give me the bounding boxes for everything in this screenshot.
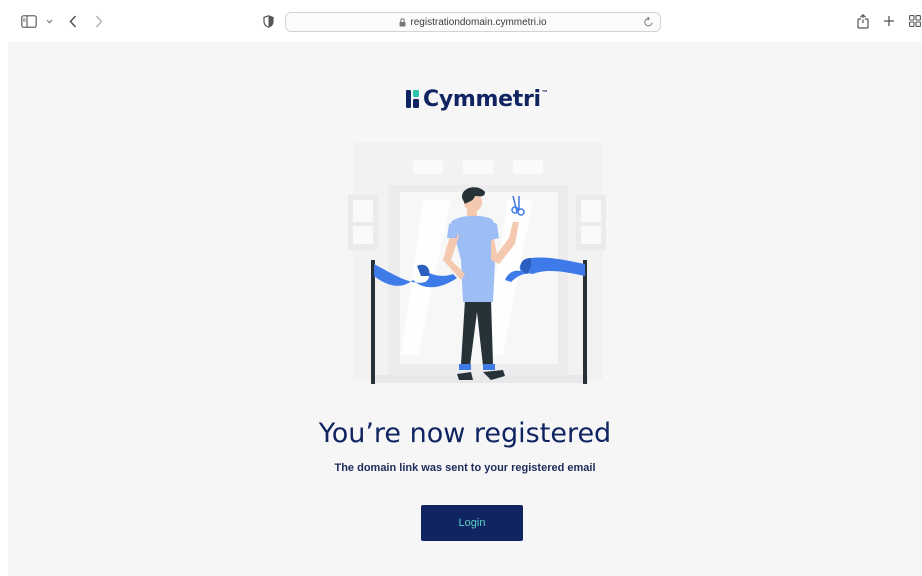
login-button[interactable]: Login (421, 505, 523, 541)
new-tab-icon[interactable] (882, 12, 896, 30)
browser-toolbar: registrationdomain.cymmetri.io (0, 0, 922, 42)
cymmetri-logo: Cymmetri ™ (406, 84, 548, 114)
tab-overview-icon[interactable] (908, 12, 922, 30)
logo-wordmark: Cymmetri (423, 86, 541, 112)
forward-icon[interactable] (92, 12, 106, 30)
address-bar[interactable]: registrationdomain.cymmetri.io (285, 12, 661, 32)
ribbon-cutting-illustration (348, 142, 606, 384)
sidebar-toggle-icon[interactable] (20, 12, 38, 30)
share-icon[interactable] (856, 12, 870, 30)
email-sent-message: The domain link was sent to your registe… (334, 462, 596, 474)
back-icon[interactable] (66, 12, 80, 30)
chevron-down-icon[interactable] (44, 12, 54, 30)
url-text: registrationdomain.cymmetri.io (410, 16, 547, 28)
lock-icon (399, 17, 406, 27)
privacy-shield-icon[interactable] (260, 12, 276, 30)
logo-trademark: ™ (541, 90, 548, 96)
reload-icon[interactable] (643, 16, 654, 28)
registered-headline: You’re now registered (318, 418, 612, 449)
page-viewport: Cymmetri ™ You’re now registered The dom… (8, 42, 922, 576)
cymmetri-logo-icon (406, 90, 419, 108)
